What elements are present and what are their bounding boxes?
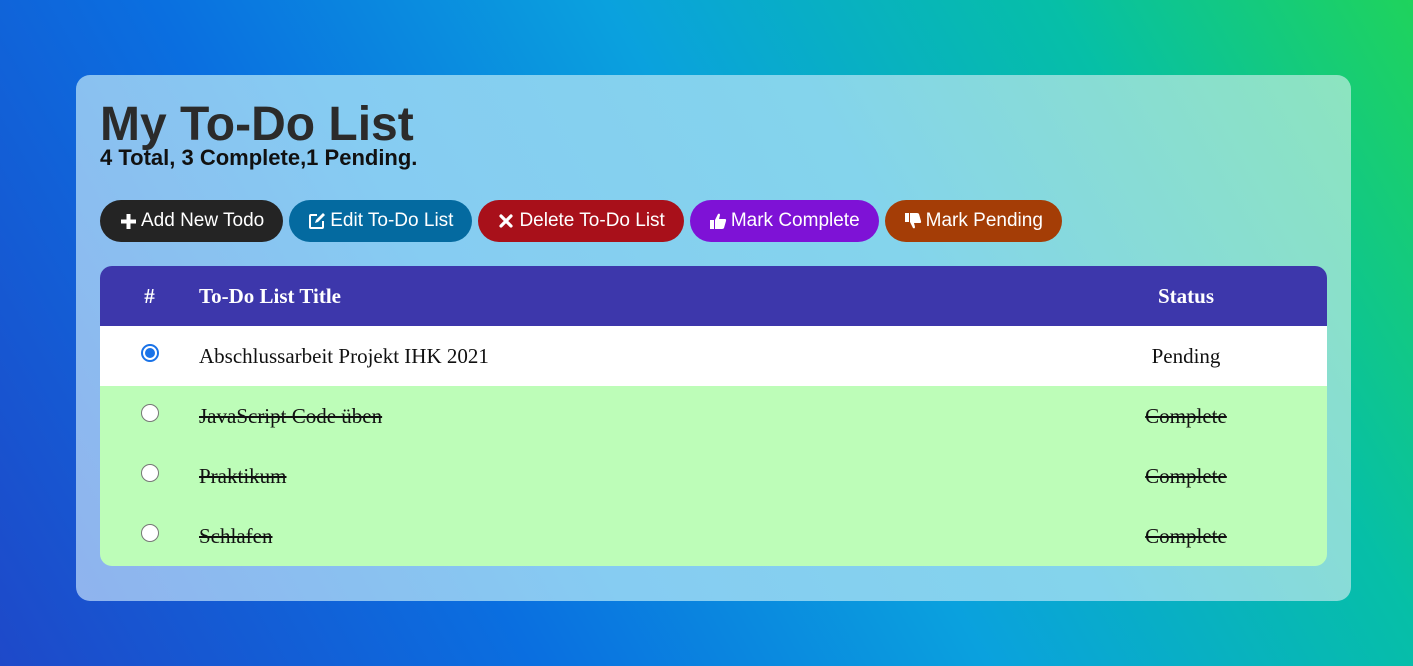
add-todo-button[interactable]: Add New Todo <box>100 200 284 242</box>
edit-icon <box>308 212 326 230</box>
column-header-title: To-Do List Title <box>199 283 341 308</box>
todo-title: Abschlussarbeit Projekt IHK 2021 <box>199 343 489 368</box>
edit-todo-label: Edit To-Do List <box>330 210 454 231</box>
table-header: # To-Do List Title Status <box>100 266 1327 326</box>
todo-status: Pending <box>1151 343 1221 368</box>
todo-status: Complete <box>1145 523 1227 548</box>
todo-card: My To-Do List 4 Total, 3 Complete,1 Pend… <box>76 75 1351 601</box>
row-select-radio[interactable] <box>140 404 159 422</box>
table-row[interactable]: Abschlussarbeit Projekt IHK 2021 Pending <box>100 326 1327 386</box>
summary-text: 4 Total, 3 Complete,1 Pending. <box>100 145 418 170</box>
todo-status: Complete <box>1145 403 1227 428</box>
table-row[interactable]: Praktikum Complete <box>100 446 1327 506</box>
column-header-status: Status <box>1157 283 1215 308</box>
table-row[interactable]: Schlafen Complete <box>100 506 1327 566</box>
close-icon <box>497 212 515 230</box>
row-select-radio[interactable] <box>140 344 159 362</box>
delete-todo-label: Delete To-Do List <box>519 210 665 231</box>
plus-icon <box>119 212 137 230</box>
page-title: My To-Do List <box>100 98 414 151</box>
todo-title: Praktikum <box>199 463 287 488</box>
delete-todo-button[interactable]: Delete To-Do List <box>478 200 684 242</box>
mark-complete-button[interactable]: Mark Complete <box>689 200 879 242</box>
todo-status: Complete <box>1145 463 1227 488</box>
edit-todo-button[interactable]: Edit To-Do List <box>289 200 473 242</box>
mark-pending-label: Mark Pending <box>925 210 1043 231</box>
mark-complete-label: Mark Complete <box>730 210 860 231</box>
mark-pending-button[interactable]: Mark Pending <box>884 200 1062 242</box>
toolbar: Add New Todo Edit To-Do List Delete To-D… <box>100 200 1327 242</box>
add-todo-label: Add New Todo <box>141 210 265 231</box>
row-select-radio[interactable] <box>140 524 159 542</box>
row-select-radio[interactable] <box>140 464 159 482</box>
todo-title: JavaScript Code üben <box>199 403 383 428</box>
todo-title: Schlafen <box>199 523 273 548</box>
table-row[interactable]: JavaScript Code üben Complete <box>100 386 1327 446</box>
thumbs-down-icon <box>904 212 922 230</box>
thumbs-up-icon <box>709 212 727 230</box>
column-header-number: # <box>144 283 155 308</box>
todo-table: # To-Do List Title Status Abschlussarbei… <box>100 266 1327 566</box>
